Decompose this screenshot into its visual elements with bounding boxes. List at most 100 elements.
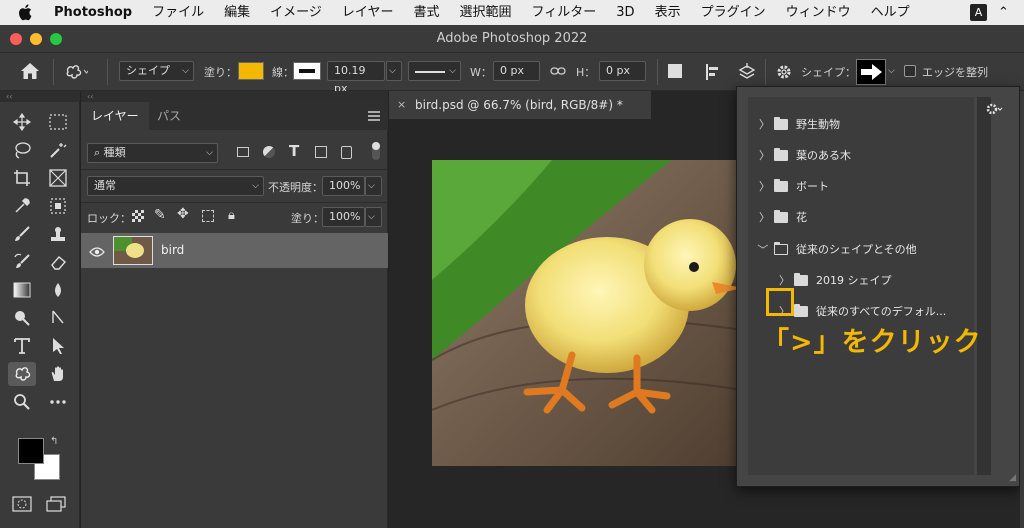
menu-view[interactable]: 表示 xyxy=(645,0,691,25)
lock-pixels-icon[interactable]: ✎ xyxy=(154,207,166,223)
layer-filter-select[interactable]: ⌕ 種類 ⌵ xyxy=(87,143,218,163)
more-tools-icon[interactable] xyxy=(44,390,72,414)
menu-file[interactable]: ファイル xyxy=(142,0,214,25)
lock-artboard-icon[interactable] xyxy=(202,210,214,222)
canvas-image[interactable] xyxy=(432,160,743,466)
gradient-tool-icon[interactable] xyxy=(8,278,36,302)
shape-group-trees[interactable]: 〉 葉のある木 xyxy=(748,140,974,171)
chevron-down-icon[interactable]: ⌵ xyxy=(888,66,895,76)
panel-settings-gear-icon[interactable] xyxy=(985,101,1003,120)
menu-filter[interactable]: フィルター xyxy=(522,0,607,25)
frame-tool-icon[interactable] xyxy=(44,166,72,190)
window-title-bar: Adobe Photoshop 2022 xyxy=(0,25,1024,53)
type-tool-icon[interactable] xyxy=(8,334,36,358)
shape-group-flowers[interactable]: 〉 花 xyxy=(748,202,974,233)
shape-group-wildlife[interactable]: 〉 野生動物 xyxy=(748,109,974,140)
input-source-badge[interactable]: A xyxy=(970,4,987,21)
menu-image[interactable]: イメージ xyxy=(260,0,332,25)
panel-collapse-icon[interactable]: ‹‹ xyxy=(81,91,388,102)
height-input[interactable]: 0 px xyxy=(599,61,646,81)
stroke-color-swatch[interactable] xyxy=(293,62,321,80)
chevron-right-icon[interactable]: 〉 xyxy=(759,171,770,202)
hand-tool-icon[interactable] xyxy=(44,362,72,386)
opacity-dropdown[interactable]: ⌵ xyxy=(365,176,382,196)
quick-selection-tool-icon[interactable] xyxy=(44,138,72,162)
path-operations-icon[interactable] xyxy=(668,64,682,78)
pen-tool-icon[interactable] xyxy=(44,306,72,330)
tool-mode-select[interactable]: シェイプ ⌵ xyxy=(119,61,194,81)
custom-shape-tool-icon[interactable] xyxy=(64,63,90,84)
stroke-width-dropdown[interactable]: ⌵ xyxy=(386,61,402,81)
dodge-tool-icon[interactable] xyxy=(8,306,36,330)
filter-toggle-switch[interactable] xyxy=(372,142,380,160)
eye-icon[interactable] xyxy=(89,243,105,262)
chevron-right-icon[interactable]: 〉 xyxy=(759,140,770,171)
apple-menu-icon[interactable] xyxy=(14,0,40,25)
lock-all-icon[interactable]: 🔒︎ xyxy=(228,208,235,223)
close-tab-icon[interactable]: × xyxy=(397,91,406,119)
opacity-input[interactable]: 100% xyxy=(322,176,365,196)
filter-smart-object-icon[interactable] xyxy=(341,146,352,159)
home-icon[interactable] xyxy=(20,62,40,83)
eraser-tool-icon[interactable] xyxy=(44,250,72,274)
fill-dropdown[interactable]: ⌵ xyxy=(365,207,382,227)
path-arrangement-icon[interactable] xyxy=(737,62,757,85)
shape-group-legacy[interactable]: 〉 従来のシェイプとその他 xyxy=(748,234,974,265)
shape-picker-button[interactable] xyxy=(856,59,886,85)
stamp-tool-icon[interactable] xyxy=(44,222,72,246)
document-tab[interactable]: × bird.psd @ 66.7% (bird, RGB/8#) * xyxy=(389,91,651,119)
layer-row-bird[interactable]: bird xyxy=(81,233,388,268)
menu-select[interactable]: 選択範囲 xyxy=(450,0,522,25)
filter-adjustment-icon[interactable] xyxy=(263,146,275,158)
lasso-tool-icon[interactable] xyxy=(8,138,36,162)
filter-pixel-icon[interactable] xyxy=(237,147,249,157)
menu-type[interactable]: 書式 xyxy=(404,0,450,25)
marquee-tool-icon[interactable] xyxy=(44,110,72,134)
filter-shape-icon[interactable] xyxy=(315,146,327,158)
object-selection-tool-icon[interactable] xyxy=(44,194,72,218)
chevron-right-icon[interactable]: 〉 xyxy=(759,202,770,233)
tab-paths[interactable]: パス xyxy=(147,102,191,130)
shape-list-scrollbar[interactable] xyxy=(977,97,991,475)
filter-type-icon[interactable]: T xyxy=(289,142,299,160)
fill-color-swatch[interactable] xyxy=(238,62,264,80)
menu-edit[interactable]: 編集 xyxy=(214,0,260,25)
toolbar-collapse-icon[interactable]: ‹‹ xyxy=(0,91,80,102)
blur-tool-icon[interactable] xyxy=(44,278,72,302)
panel-menu-icon[interactable] xyxy=(368,111,380,121)
menu-window[interactable]: ウィンドウ xyxy=(776,0,861,25)
align-edges-checkbox[interactable] xyxy=(904,65,916,77)
move-tool-icon[interactable] xyxy=(8,110,36,134)
lock-transparency-icon[interactable] xyxy=(132,210,144,222)
menu-3d[interactable]: 3D xyxy=(606,0,644,25)
path-alignment-icon[interactable] xyxy=(704,63,722,84)
menu-layer[interactable]: レイヤー xyxy=(332,0,404,25)
fill-input[interactable]: 100% xyxy=(322,207,365,227)
zoom-tool-icon[interactable] xyxy=(8,390,36,414)
lock-position-icon[interactable]: ✥ xyxy=(177,206,189,222)
chevron-right-icon[interactable]: 〉 xyxy=(759,109,770,140)
menu-help[interactable]: ヘルプ xyxy=(861,0,920,25)
menubar-overflow-icon[interactable]: ⌃ xyxy=(998,0,1009,25)
screen-mode-icon[interactable] xyxy=(46,496,66,516)
shape-group-boats[interactable]: 〉 ボート xyxy=(748,171,974,202)
blend-mode-select[interactable]: 通常 ⌵ xyxy=(87,176,264,196)
custom-shape-tool-icon[interactable] xyxy=(8,362,36,386)
tab-layers[interactable]: レイヤー xyxy=(81,102,149,130)
swap-colors-icon[interactable]: ↰ xyxy=(50,436,58,447)
resize-handle-icon[interactable]: ◢ xyxy=(1009,473,1016,483)
link-icon[interactable] xyxy=(550,65,566,80)
width-input[interactable]: 0 px xyxy=(493,61,540,81)
brush-tool-icon[interactable] xyxy=(8,222,36,246)
history-brush-tool-icon[interactable] xyxy=(8,250,36,274)
menu-app-name[interactable]: Photoshop xyxy=(40,0,142,25)
crop-tool-icon[interactable] xyxy=(8,166,36,190)
stroke-width-input[interactable]: 10.19 px xyxy=(327,61,385,95)
stroke-style-select[interactable]: ⌵ xyxy=(408,61,461,81)
menu-plugins[interactable]: プラグイン xyxy=(691,0,776,25)
gear-icon[interactable] xyxy=(775,63,793,84)
quick-mask-icon[interactable] xyxy=(12,496,32,516)
path-selection-tool-icon[interactable] xyxy=(44,334,72,358)
foreground-color-swatch[interactable] xyxy=(18,438,44,464)
eyedropper-tool-icon[interactable] xyxy=(8,194,36,218)
